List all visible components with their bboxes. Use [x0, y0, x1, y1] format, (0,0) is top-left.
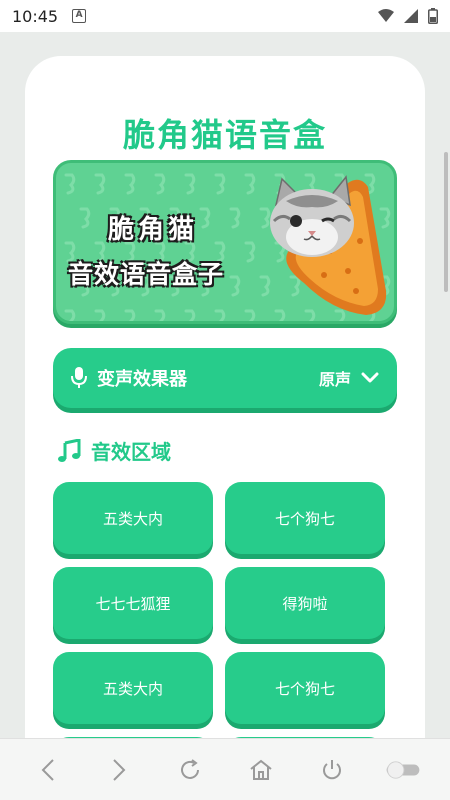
sound-button[interactable]: 七个狗七 — [225, 482, 385, 554]
banner-pattern-mark — [244, 173, 256, 195]
banner-pattern-mark — [154, 173, 166, 195]
voice-changer-selected: 原声 — [318, 370, 351, 389]
sound-button[interactable]: 七个狗七 — [225, 652, 385, 724]
banner-pattern-mark — [79, 207, 91, 229]
home-button[interactable] — [241, 750, 281, 790]
banner-line1: 脆角猫 — [108, 215, 199, 245]
banner-pattern-mark — [229, 275, 241, 297]
bottom-nav-bar — [0, 738, 450, 800]
banner-pattern-mark — [94, 309, 106, 321]
refresh-button[interactable] — [170, 750, 210, 790]
music-note-icon — [58, 438, 81, 462]
forward-button[interactable] — [99, 750, 139, 790]
banner-pattern-mark — [396, 311, 397, 324]
voice-changer-dropdown[interactable]: 变声效果器 原声 — [53, 348, 397, 408]
banner-line2: 音效语音盒子 — [68, 260, 225, 289]
banner-pattern-mark — [184, 309, 196, 321]
banner-pattern-mark — [64, 173, 76, 195]
banner-pattern-mark — [94, 173, 106, 195]
sound-button[interactable]: 七七七狐狸 — [53, 567, 213, 639]
app-title: 脆角猫语音盒 — [122, 116, 327, 154]
forward-icon — [112, 758, 125, 781]
power-button[interactable] — [312, 750, 352, 790]
sound-button[interactable]: 得狗啦 — [225, 567, 385, 639]
banner-pattern-mark — [184, 173, 196, 195]
main-card: 脆角猫语音盒 脆角猫 音效语音盒子 变声效果器 原声 音效区域 五类大内 七个狗… — [25, 56, 425, 738]
banner-pattern-mark — [154, 309, 166, 321]
banner-pattern-mark — [396, 175, 397, 193]
banner-pattern-mark — [214, 309, 226, 321]
sound-section-header: 音效区域 — [57, 436, 171, 465]
sound-button[interactable]: 五类大内 — [53, 482, 213, 554]
toggle-icon — [386, 760, 419, 779]
status-bar: 10:45 A — [0, 0, 450, 32]
voice-changer-label: 变声效果器 — [97, 369, 187, 390]
banner-pattern-mark — [229, 207, 241, 229]
sound-button[interactable]: 五类大内 — [53, 652, 213, 724]
scrollbar[interactable] — [444, 152, 448, 292]
chevron-down-icon — [361, 372, 379, 383]
power-icon — [322, 759, 341, 779]
toggle-switch[interactable] — [383, 750, 423, 790]
battery-icon — [428, 8, 438, 24]
status-time: 10:45 — [12, 6, 59, 26]
cat-on-chip-illustration — [270, 175, 387, 315]
sound-section-title: 音效区域 — [91, 440, 171, 464]
refresh-icon — [180, 758, 199, 779]
banner-pattern-mark — [124, 309, 136, 321]
signal-icon — [404, 9, 418, 23]
wifi-icon — [378, 9, 394, 22]
banner-pattern-mark — [244, 241, 256, 263]
banner-pattern-mark — [124, 173, 136, 195]
home-icon — [249, 759, 272, 780]
banner-pattern-mark — [396, 243, 397, 261]
notification-icon: A — [72, 9, 87, 23]
banner-pattern-mark — [244, 309, 256, 321]
scroll-area[interactable]: 脆角猫语音盒 脆角猫 音效语音盒子 变声效果器 原声 音效区域 五类大内 七个狗… — [0, 32, 450, 738]
status-icons — [378, 8, 438, 24]
banner-pattern-mark — [214, 173, 226, 195]
banner-pattern-mark — [199, 207, 211, 229]
banner-pattern-mark — [64, 309, 76, 321]
microphone-icon — [71, 367, 87, 388]
back-icon — [41, 758, 54, 781]
back-button[interactable] — [28, 750, 68, 790]
banner[interactable]: 脆角猫 音效语音盒子 — [53, 160, 397, 324]
